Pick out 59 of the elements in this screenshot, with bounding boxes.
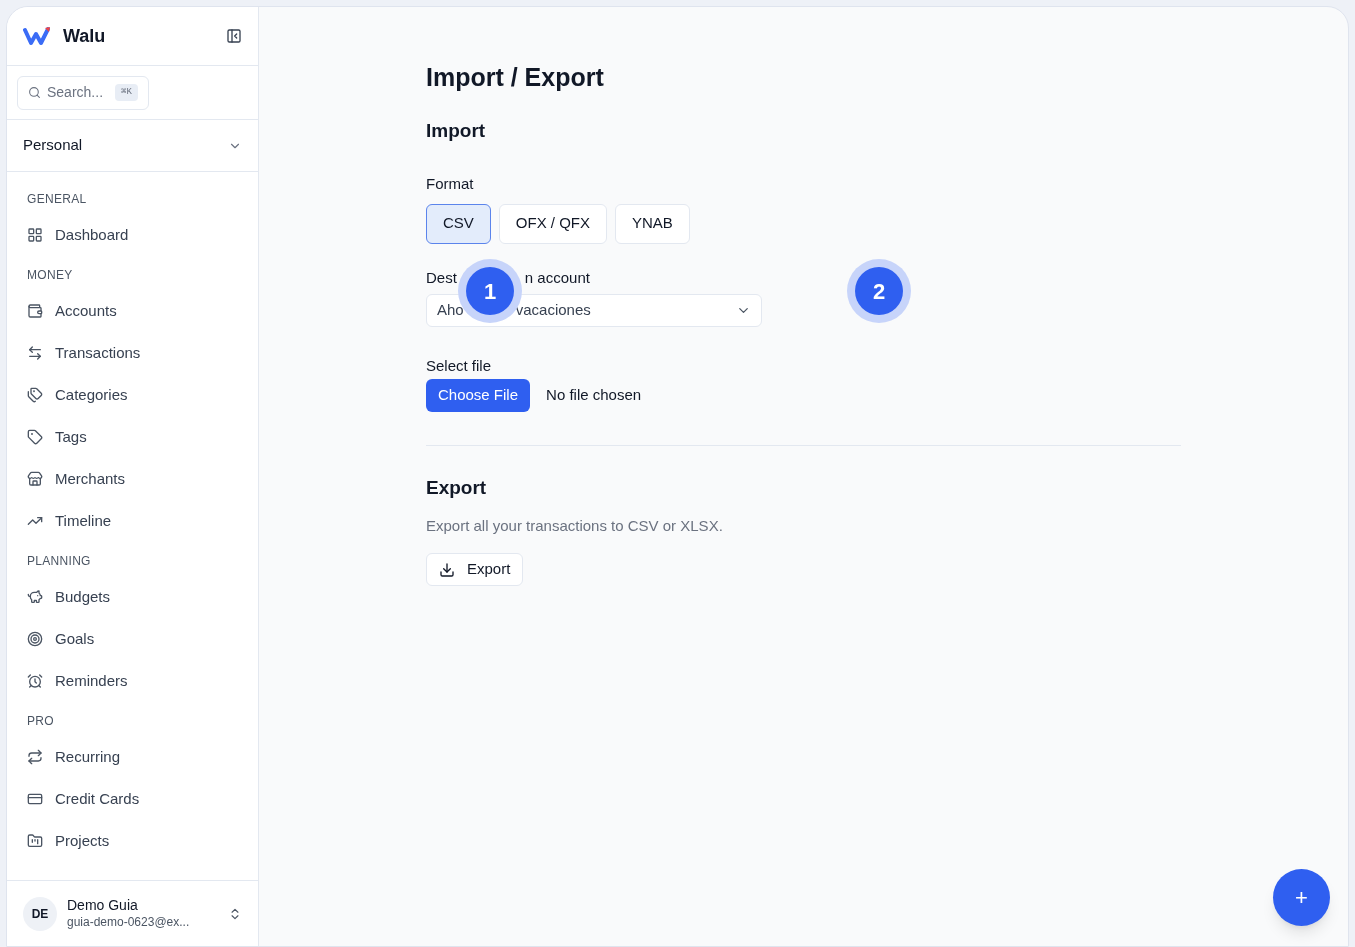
nav-item[interactable]: Reminders xyxy=(27,660,238,702)
field-label: n account xyxy=(524,268,590,289)
nav-item[interactable]: Recurring xyxy=(27,736,238,778)
workspace-dropdown[interactable]: Personal xyxy=(7,120,258,172)
search-icon xyxy=(28,86,41,99)
section-heading: GENERAL xyxy=(27,191,88,208)
grid-icon xyxy=(27,227,43,243)
field-label: Select file xyxy=(426,355,493,376)
nav-item[interactable]: Credit Cards xyxy=(27,778,238,820)
user-menu[interactable]: DE Demo Guia guia-demo-0623@ex... xyxy=(7,880,258,946)
section-title: Export xyxy=(426,476,488,500)
field-label: Dest xyxy=(426,268,457,289)
section-heading: PRO xyxy=(27,713,55,730)
user-name: Demo Guia xyxy=(67,897,139,915)
nav-item[interactable]: Transactions xyxy=(27,332,238,374)
nav-item[interactable]: Dashboard xyxy=(27,214,238,256)
user-email: guia-demo-0623@ex... xyxy=(67,914,190,930)
choose-file-button[interactable]: Choose File xyxy=(426,379,531,412)
nav-item[interactable]: Budgets xyxy=(27,576,238,618)
nav-item[interactable]: Goals xyxy=(27,618,238,660)
search-field[interactable]: Search... ⌘K xyxy=(17,75,149,110)
target-icon xyxy=(27,631,43,647)
download-icon xyxy=(439,561,455,578)
folder-icon xyxy=(27,833,43,849)
search-input[interactable]: Search... xyxy=(47,82,109,103)
logo-icon xyxy=(23,26,51,46)
tag-icon xyxy=(27,429,43,445)
nav-item[interactable]: Tags xyxy=(27,416,238,458)
piggy-bank-icon xyxy=(27,589,43,605)
export-description: Export all your transactions to CSV or XLSX. xyxy=(426,515,724,536)
repeat-icon xyxy=(27,749,43,765)
page-title: Import / Export xyxy=(426,62,605,93)
nav-item[interactable]: Timeline xyxy=(27,500,238,542)
credit-card-icon xyxy=(27,791,43,807)
section-title: Import xyxy=(426,118,487,143)
swap-arrows-icon xyxy=(27,345,43,361)
nav-item[interactable]: Merchants xyxy=(27,458,238,500)
store-icon xyxy=(27,471,43,487)
section-heading: MONEY xyxy=(27,267,74,284)
nav-item[interactable]: Categories xyxy=(27,374,238,416)
export-button[interactable]: Export xyxy=(426,553,524,586)
tags-icon xyxy=(27,387,43,403)
collapse-sidebar-button[interactable] xyxy=(226,28,242,44)
select-value: vacaciones xyxy=(515,299,591,320)
format-option[interactable]: OFX / QFX xyxy=(498,203,608,244)
shortcut-hint: ⌘K xyxy=(115,83,138,102)
add-button[interactable]: + xyxy=(1273,869,1330,926)
field-label: Format xyxy=(426,174,475,194)
select-value: Aho xyxy=(437,299,464,320)
file-status: No file chosen xyxy=(546,385,642,406)
brand-name: Walu xyxy=(63,24,106,48)
wallet-icon xyxy=(27,303,43,319)
format-option[interactable]: CSV xyxy=(426,203,491,244)
format-option[interactable]: YNAB xyxy=(615,203,690,244)
user-avatar: DE xyxy=(23,896,57,931)
nav-item[interactable]: Projects xyxy=(27,820,238,862)
nav-item[interactable]: Accounts xyxy=(27,290,238,332)
alarm-clock-icon xyxy=(27,673,43,689)
section-heading: PLANNING xyxy=(27,553,92,570)
